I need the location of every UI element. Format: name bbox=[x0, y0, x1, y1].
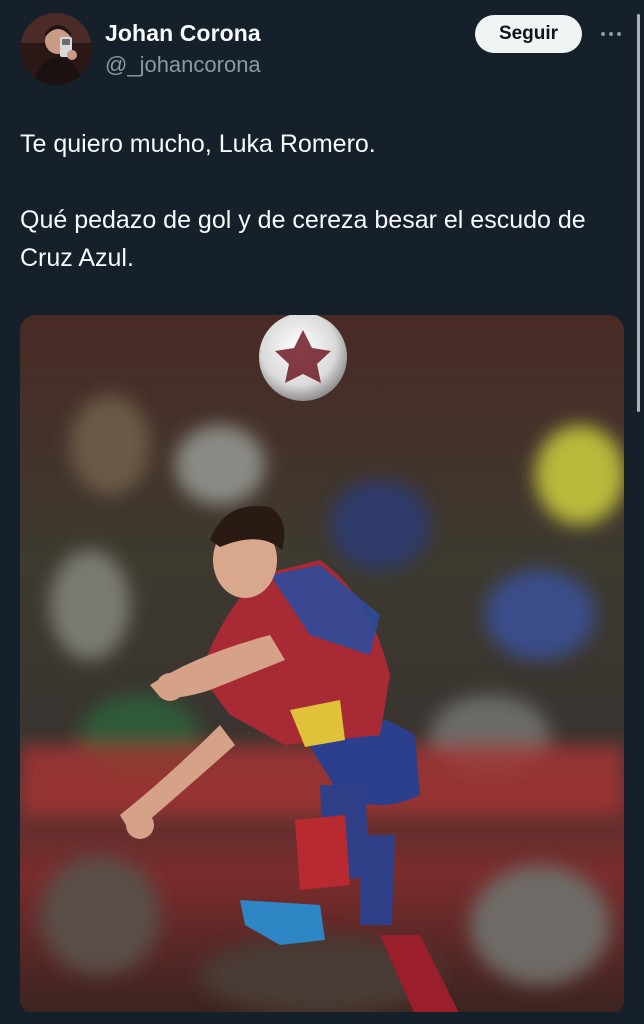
author-name[interactable]: Johan Corona bbox=[105, 20, 261, 47]
more-horizontal-icon[interactable] bbox=[596, 22, 626, 46]
follow-button[interactable]: Seguir bbox=[475, 15, 582, 53]
more-dot bbox=[601, 32, 605, 36]
tweet-header: Johan Corona @_johancorona Seguir bbox=[0, 0, 644, 100]
avatar[interactable] bbox=[20, 13, 92, 85]
tweet-photo[interactable] bbox=[20, 315, 624, 1015]
avatar-image bbox=[20, 13, 92, 85]
more-dot bbox=[617, 32, 621, 36]
author-handle[interactable]: @_johancorona bbox=[105, 52, 261, 78]
scrollbar[interactable] bbox=[637, 14, 640, 412]
tweet-text-line: Qué pedazo de gol y de cereza besar el e… bbox=[20, 206, 586, 272]
photo-football-player bbox=[20, 315, 624, 1015]
tweet-text-line: Te quiero mucho, Luka Romero. bbox=[20, 130, 376, 158]
more-dot bbox=[609, 32, 613, 36]
bottom-edge bbox=[0, 1012, 644, 1024]
tweet-text: Te quiero mucho, Luka Romero. Qué pedazo… bbox=[20, 125, 620, 277]
tweet-view: Johan Corona @_johancorona Seguir Te qui… bbox=[0, 0, 644, 1024]
